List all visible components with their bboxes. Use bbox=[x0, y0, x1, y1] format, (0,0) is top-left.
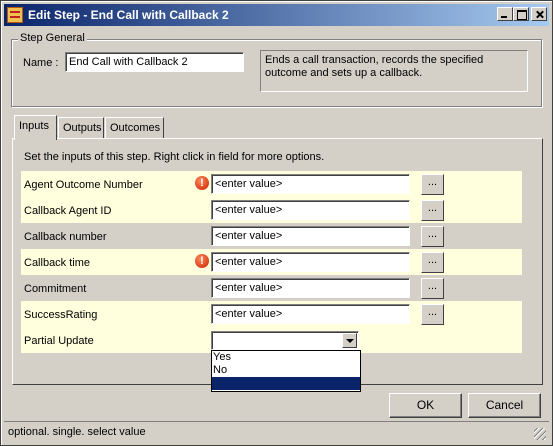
inputs-hint: Set the inputs of this step. Right click… bbox=[24, 151, 325, 163]
dropdown-option-yes[interactable]: Yes bbox=[212, 351, 360, 364]
tab-outputs[interactable]: Outputs bbox=[58, 117, 104, 139]
ellipsis-button[interactable]: ... bbox=[421, 304, 444, 325]
agent-outcome-number-field[interactable]: <enter value> bbox=[211, 174, 410, 194]
input-row: Callback number <enter value> ... bbox=[21, 223, 522, 249]
input-row-label: Agent Outcome Number bbox=[24, 179, 143, 191]
ellipsis-button[interactable]: ... bbox=[421, 226, 444, 247]
callback-number-field[interactable]: <enter value> bbox=[211, 226, 410, 246]
input-row: Commitment <enter value> ... bbox=[21, 275, 522, 301]
minimize-button[interactable] bbox=[497, 7, 513, 21]
commitment-field[interactable]: <enter value> bbox=[211, 278, 410, 298]
partial-update-select[interactable] bbox=[211, 331, 359, 350]
step-general-legend: Step General bbox=[18, 32, 87, 44]
ellipsis-button[interactable]: ... bbox=[421, 200, 444, 221]
ellipsis-button[interactable]: ... bbox=[421, 174, 444, 195]
resize-grip-icon[interactable] bbox=[534, 428, 546, 440]
maximize-button[interactable] bbox=[513, 7, 529, 21]
success-rating-field[interactable]: <enter value> bbox=[211, 304, 410, 324]
title-bar[interactable]: Edit Step - End Call with Callback 2 bbox=[4, 4, 549, 26]
input-row: Agent Outcome Number ! <enter value> ... bbox=[21, 171, 522, 197]
callback-agent-id-field[interactable]: <enter value> bbox=[211, 200, 410, 220]
input-row: Callback Agent ID <enter value> ... bbox=[21, 197, 522, 223]
tab-outcomes[interactable]: Outcomes bbox=[105, 117, 164, 139]
status-bar: optional. single. select value bbox=[4, 421, 549, 443]
app-icon bbox=[7, 7, 23, 23]
close-button[interactable] bbox=[531, 7, 547, 21]
input-row-label: Callback Agent ID bbox=[24, 205, 112, 217]
name-label: Name : bbox=[23, 57, 59, 69]
input-row: SuccessRating <enter value> ... bbox=[21, 301, 522, 327]
dropdown-option-no[interactable]: No bbox=[212, 364, 360, 377]
window-title: Edit Step - End Call with Callback 2 bbox=[28, 8, 229, 22]
dropdown-option-blank[interactable] bbox=[212, 377, 360, 390]
callback-time-field[interactable]: <enter value> bbox=[211, 252, 410, 272]
edit-step-window: Edit Step - End Call with Callback 2 Ste… bbox=[0, 0, 553, 446]
warning-icon: ! bbox=[195, 254, 209, 268]
tab-inputs[interactable]: Inputs bbox=[14, 115, 57, 140]
chevron-down-icon[interactable] bbox=[342, 333, 357, 348]
step-description: Ends a call transaction, records the spe… bbox=[260, 50, 528, 92]
input-row-label: Commitment bbox=[24, 283, 87, 295]
input-row-label: Callback number bbox=[24, 231, 107, 243]
input-row-label: Callback time bbox=[24, 257, 91, 269]
cancel-button[interactable]: Cancel bbox=[468, 393, 541, 418]
ellipsis-button[interactable]: ... bbox=[421, 252, 444, 273]
status-text: optional. single. select value bbox=[8, 426, 146, 438]
ok-button[interactable]: OK bbox=[389, 393, 462, 418]
input-row-label: SuccessRating bbox=[24, 309, 98, 321]
input-row: Callback time ! <enter value> ... bbox=[21, 249, 522, 275]
input-row-label: Partial Update bbox=[24, 335, 94, 347]
ellipsis-button[interactable]: ... bbox=[421, 278, 444, 299]
name-field[interactable]: End Call with Callback 2 bbox=[65, 52, 244, 72]
partial-update-dropdown: Yes No bbox=[211, 350, 361, 392]
warning-icon: ! bbox=[195, 176, 209, 190]
